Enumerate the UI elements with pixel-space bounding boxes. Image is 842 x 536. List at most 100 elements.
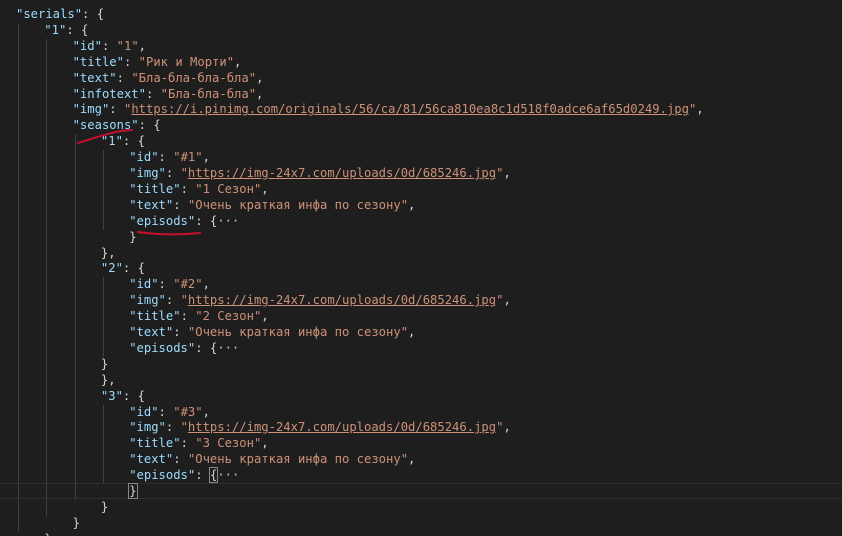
current-line-highlight xyxy=(0,483,842,499)
code-line[interactable]: "text": "Бла-бла-бла-бла", xyxy=(73,71,264,87)
code-line[interactable]: "1": { xyxy=(101,134,145,150)
code-line[interactable]: } xyxy=(101,357,108,373)
json-string: "1 Сезон" xyxy=(195,181,262,196)
punctuation: : xyxy=(101,38,117,53)
json-string: "#3" xyxy=(173,404,203,419)
punctuation: : xyxy=(180,309,196,324)
json-key: "img" xyxy=(129,420,166,435)
json-key: "infotext" xyxy=(72,86,146,101)
punctuation: , xyxy=(261,436,269,451)
punctuation: : { xyxy=(195,213,218,228)
json-string: " xyxy=(180,293,188,308)
code-line[interactable]: }, xyxy=(44,532,59,536)
punctuation: } xyxy=(128,483,138,499)
punctuation: : xyxy=(165,293,181,308)
punctuation: , xyxy=(696,102,704,117)
punctuation: : xyxy=(123,54,139,69)
fold-ellipsis[interactable]: ··· xyxy=(217,468,239,482)
code-line[interactable]: "id": "#2", xyxy=(129,277,210,293)
indent-guide xyxy=(74,134,76,500)
punctuation: , xyxy=(202,277,210,292)
punctuation: } xyxy=(100,356,109,371)
code-line[interactable]: "episods": {··· xyxy=(129,341,239,357)
json-string: "Очень краткая инфа по сезону" xyxy=(187,452,409,467)
json-string: "3 Сезон" xyxy=(195,436,262,451)
json-string: "Бла-бла-бла" xyxy=(160,86,257,101)
code-line[interactable]: "seasons": { xyxy=(73,118,161,134)
code-line[interactable]: "id": "#3", xyxy=(129,405,210,421)
punctuation: : { xyxy=(122,134,145,149)
code-line[interactable]: "serials": { xyxy=(16,7,104,23)
code-line[interactable]: "title": "2 Сезон", xyxy=(129,309,268,325)
json-key: "id" xyxy=(129,150,159,165)
json-string: " xyxy=(180,166,188,180)
code-line[interactable]: } xyxy=(73,516,80,532)
code-editor[interactable]: "serials": {"1": {"id": "1", "title": "Ри… xyxy=(0,0,842,536)
code-line[interactable]: "img": "https://img-24x7.com/uploads/0d/… xyxy=(129,420,511,436)
code-line[interactable]: "text": "Очень краткая инфа по сезону", xyxy=(129,325,415,341)
punctuation: , xyxy=(408,197,416,212)
code-line[interactable]: "3": { xyxy=(101,389,145,405)
url-link[interactable]: https://img-24x7.com/uploads/0d/685246.j… xyxy=(188,420,496,434)
json-key: "text" xyxy=(129,452,174,467)
json-key: "2" xyxy=(100,261,123,276)
code-line[interactable]: "id": "#1", xyxy=(129,150,210,166)
punctuation: }, xyxy=(100,245,116,260)
code-line[interactable]: "2": { xyxy=(101,261,145,277)
code-line[interactable]: }, xyxy=(101,246,116,262)
code-line[interactable]: "img": "https://img-24x7.com/uploads/0d/… xyxy=(129,293,511,309)
code-line[interactable]: "img": "https://img-24x7.com/uploads/0d/… xyxy=(129,166,511,182)
json-key: "3" xyxy=(100,388,123,403)
json-key: "id" xyxy=(129,404,159,419)
punctuation: : xyxy=(158,150,174,165)
json-key: "serials" xyxy=(16,7,83,21)
json-string: "Бла-бла-бла-бла" xyxy=(131,70,257,85)
json-string: "Очень краткая инфа по сезону" xyxy=(187,197,409,212)
json-string: "Рик и Морти" xyxy=(138,54,235,69)
punctuation: : xyxy=(173,325,188,339)
code-line[interactable]: "title": "3 Сезон", xyxy=(129,436,268,452)
code-line[interactable]: "title": "Рик и Морти", xyxy=(73,55,242,71)
punctuation: : { xyxy=(82,7,105,21)
indent-guide xyxy=(102,404,104,484)
url-link[interactable]: https://img-24x7.com/uploads/0d/685246.j… xyxy=(188,166,496,180)
json-key: "1" xyxy=(44,22,67,37)
code-line[interactable]: "title": "1 Сезон", xyxy=(129,182,268,198)
punctuation: , xyxy=(234,54,242,69)
url-link[interactable]: https://i.pinimg.com/originals/56/ca/81/… xyxy=(131,102,689,116)
code-line[interactable]: } xyxy=(128,483,138,500)
punctuation: : xyxy=(165,166,181,180)
code-line[interactable]: }, xyxy=(101,373,116,389)
code-line[interactable]: "id": "1", xyxy=(73,39,146,55)
punctuation: , xyxy=(202,404,210,419)
url-link[interactable]: https://img-24x7.com/uploads/0d/685246.j… xyxy=(188,293,496,307)
code-line[interactable]: } xyxy=(129,230,136,246)
code-line[interactable]: "infotext": "Бла-бла-бла", xyxy=(73,87,264,103)
json-key: "id" xyxy=(72,38,102,53)
code-line[interactable]: "text": "Очень краткая инфа по сезону", xyxy=(129,452,415,468)
code-line[interactable]: "text": "Очень краткая инфа по сезону", xyxy=(129,198,415,214)
fold-ellipsis[interactable]: ··· xyxy=(217,214,239,228)
code-line[interactable]: "episods": {··· xyxy=(129,214,239,230)
json-string: "1" xyxy=(116,38,139,53)
fold-ellipsis[interactable]: ··· xyxy=(217,341,239,355)
code-line[interactable]: "1": { xyxy=(44,23,88,39)
indent-guide xyxy=(102,277,104,357)
punctuation: : xyxy=(158,277,174,292)
code-line[interactable]: } xyxy=(101,500,108,516)
code-line[interactable]: "episods": {··· xyxy=(129,467,239,484)
punctuation: , xyxy=(408,452,416,467)
code-line[interactable]: "img": "https://i.pinimg.com/originals/5… xyxy=(73,102,704,118)
punctuation: , xyxy=(256,70,264,85)
punctuation: }, xyxy=(44,532,59,536)
json-key: "text" xyxy=(129,325,174,339)
json-key: "episods" xyxy=(129,468,196,483)
json-key: "1" xyxy=(100,134,123,149)
punctuation: , xyxy=(202,150,210,165)
json-key: "text" xyxy=(129,197,174,212)
json-key: "title" xyxy=(129,309,181,324)
indent-guide xyxy=(18,22,19,532)
json-key: "id" xyxy=(129,277,159,292)
punctuation: }, xyxy=(100,372,116,387)
punctuation: , xyxy=(261,309,269,324)
